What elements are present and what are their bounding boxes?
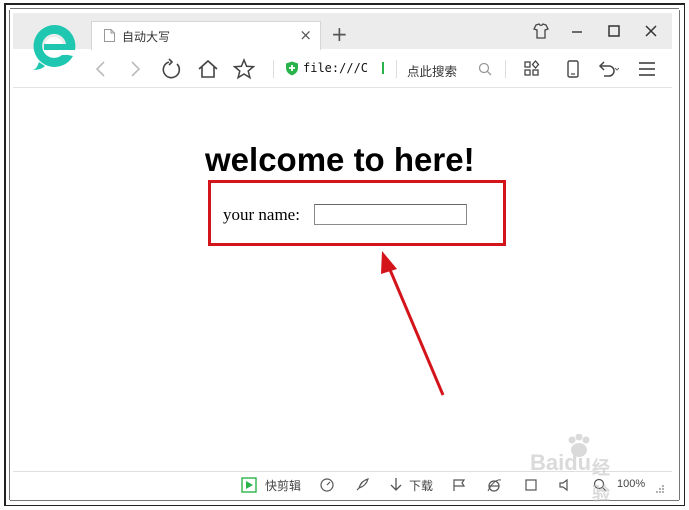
download-icon (390, 478, 402, 491)
maximize-icon[interactable] (603, 21, 625, 41)
forward-icon[interactable] (123, 58, 147, 80)
secure-shield-icon (286, 61, 298, 76)
paw-icon (568, 434, 590, 457)
quick-cut-icon (241, 477, 257, 493)
toolbar-divider (273, 60, 274, 78)
speed-dial-icon[interactable] (319, 477, 335, 493)
toolbar-divider (396, 60, 397, 78)
tab-close-icon[interactable]: × (299, 26, 312, 44)
undo-icon[interactable] (595, 58, 619, 80)
favorite-star-icon[interactable] (232, 58, 256, 80)
page-content: welcome to here! your name: (13, 89, 672, 471)
close-window-icon[interactable] (640, 21, 662, 41)
watermark-sub: 经验 (592, 458, 610, 505)
refresh-icon[interactable] (160, 58, 184, 80)
zoom-level[interactable]: 100% (617, 478, 645, 498)
download-label: 下载 (409, 479, 434, 493)
page-icon (104, 29, 115, 42)
active-tab[interactable]: 自动大写 × (91, 21, 321, 50)
search-box[interactable]: 点此搜索 (405, 58, 505, 80)
quick-cut-button[interactable]: 快剪辑 (241, 475, 311, 495)
mobile-device-icon[interactable] (561, 58, 585, 80)
rocket-icon[interactable] (354, 477, 370, 493)
shirt-skin-icon[interactable] (530, 21, 552, 41)
frame-edge (10, 8, 679, 9)
frame-edge (4, 3, 685, 5)
frame-edge (4, 4, 6, 506)
download-button[interactable]: 下载 (389, 475, 439, 495)
name-input[interactable] (314, 204, 467, 225)
loading-indicator (382, 62, 384, 74)
page-heading: welcome to here! (205, 141, 475, 178)
quick-cut-label: 快剪辑 (265, 479, 302, 493)
search-label: 点此搜索 (407, 64, 458, 79)
back-icon[interactable] (89, 58, 113, 80)
frame-edge (4, 504, 685, 506)
menu-icon[interactable] (635, 58, 659, 80)
baidu-watermark: Baidu 经验 (530, 434, 610, 505)
flag-icon[interactable] (451, 477, 467, 493)
address-bar[interactable]: file:///C (283, 58, 398, 80)
address-text: file:///C (303, 61, 369, 75)
title-bar: 自动大写 × + (13, 13, 672, 50)
browser-logo-icon (33, 24, 76, 70)
apps-grid-icon[interactable] (520, 58, 544, 80)
browser-window: 自动大写 × + file:///C 点此搜索 welcome to here!… (13, 13, 672, 497)
navigation-toolbar: file:///C 点此搜索 (13, 50, 672, 88)
toolbar-divider (505, 60, 506, 78)
home-icon[interactable] (196, 58, 220, 80)
ie-mode-icon[interactable] (486, 477, 502, 493)
name-label: your name: (223, 205, 300, 224)
frame-edge (10, 500, 679, 501)
frame-edge (679, 10, 680, 500)
search-icon[interactable] (478, 62, 492, 76)
frame-edge (683, 4, 685, 506)
sound-icon[interactable] (558, 477, 574, 493)
minimize-icon[interactable] (566, 21, 588, 41)
resize-grip-icon[interactable] (655, 484, 665, 494)
window-icon[interactable] (523, 477, 539, 493)
new-tab-button[interactable]: + (331, 22, 348, 46)
frame-edge (9, 10, 10, 500)
tab-title: 自动大写 (122, 30, 171, 44)
